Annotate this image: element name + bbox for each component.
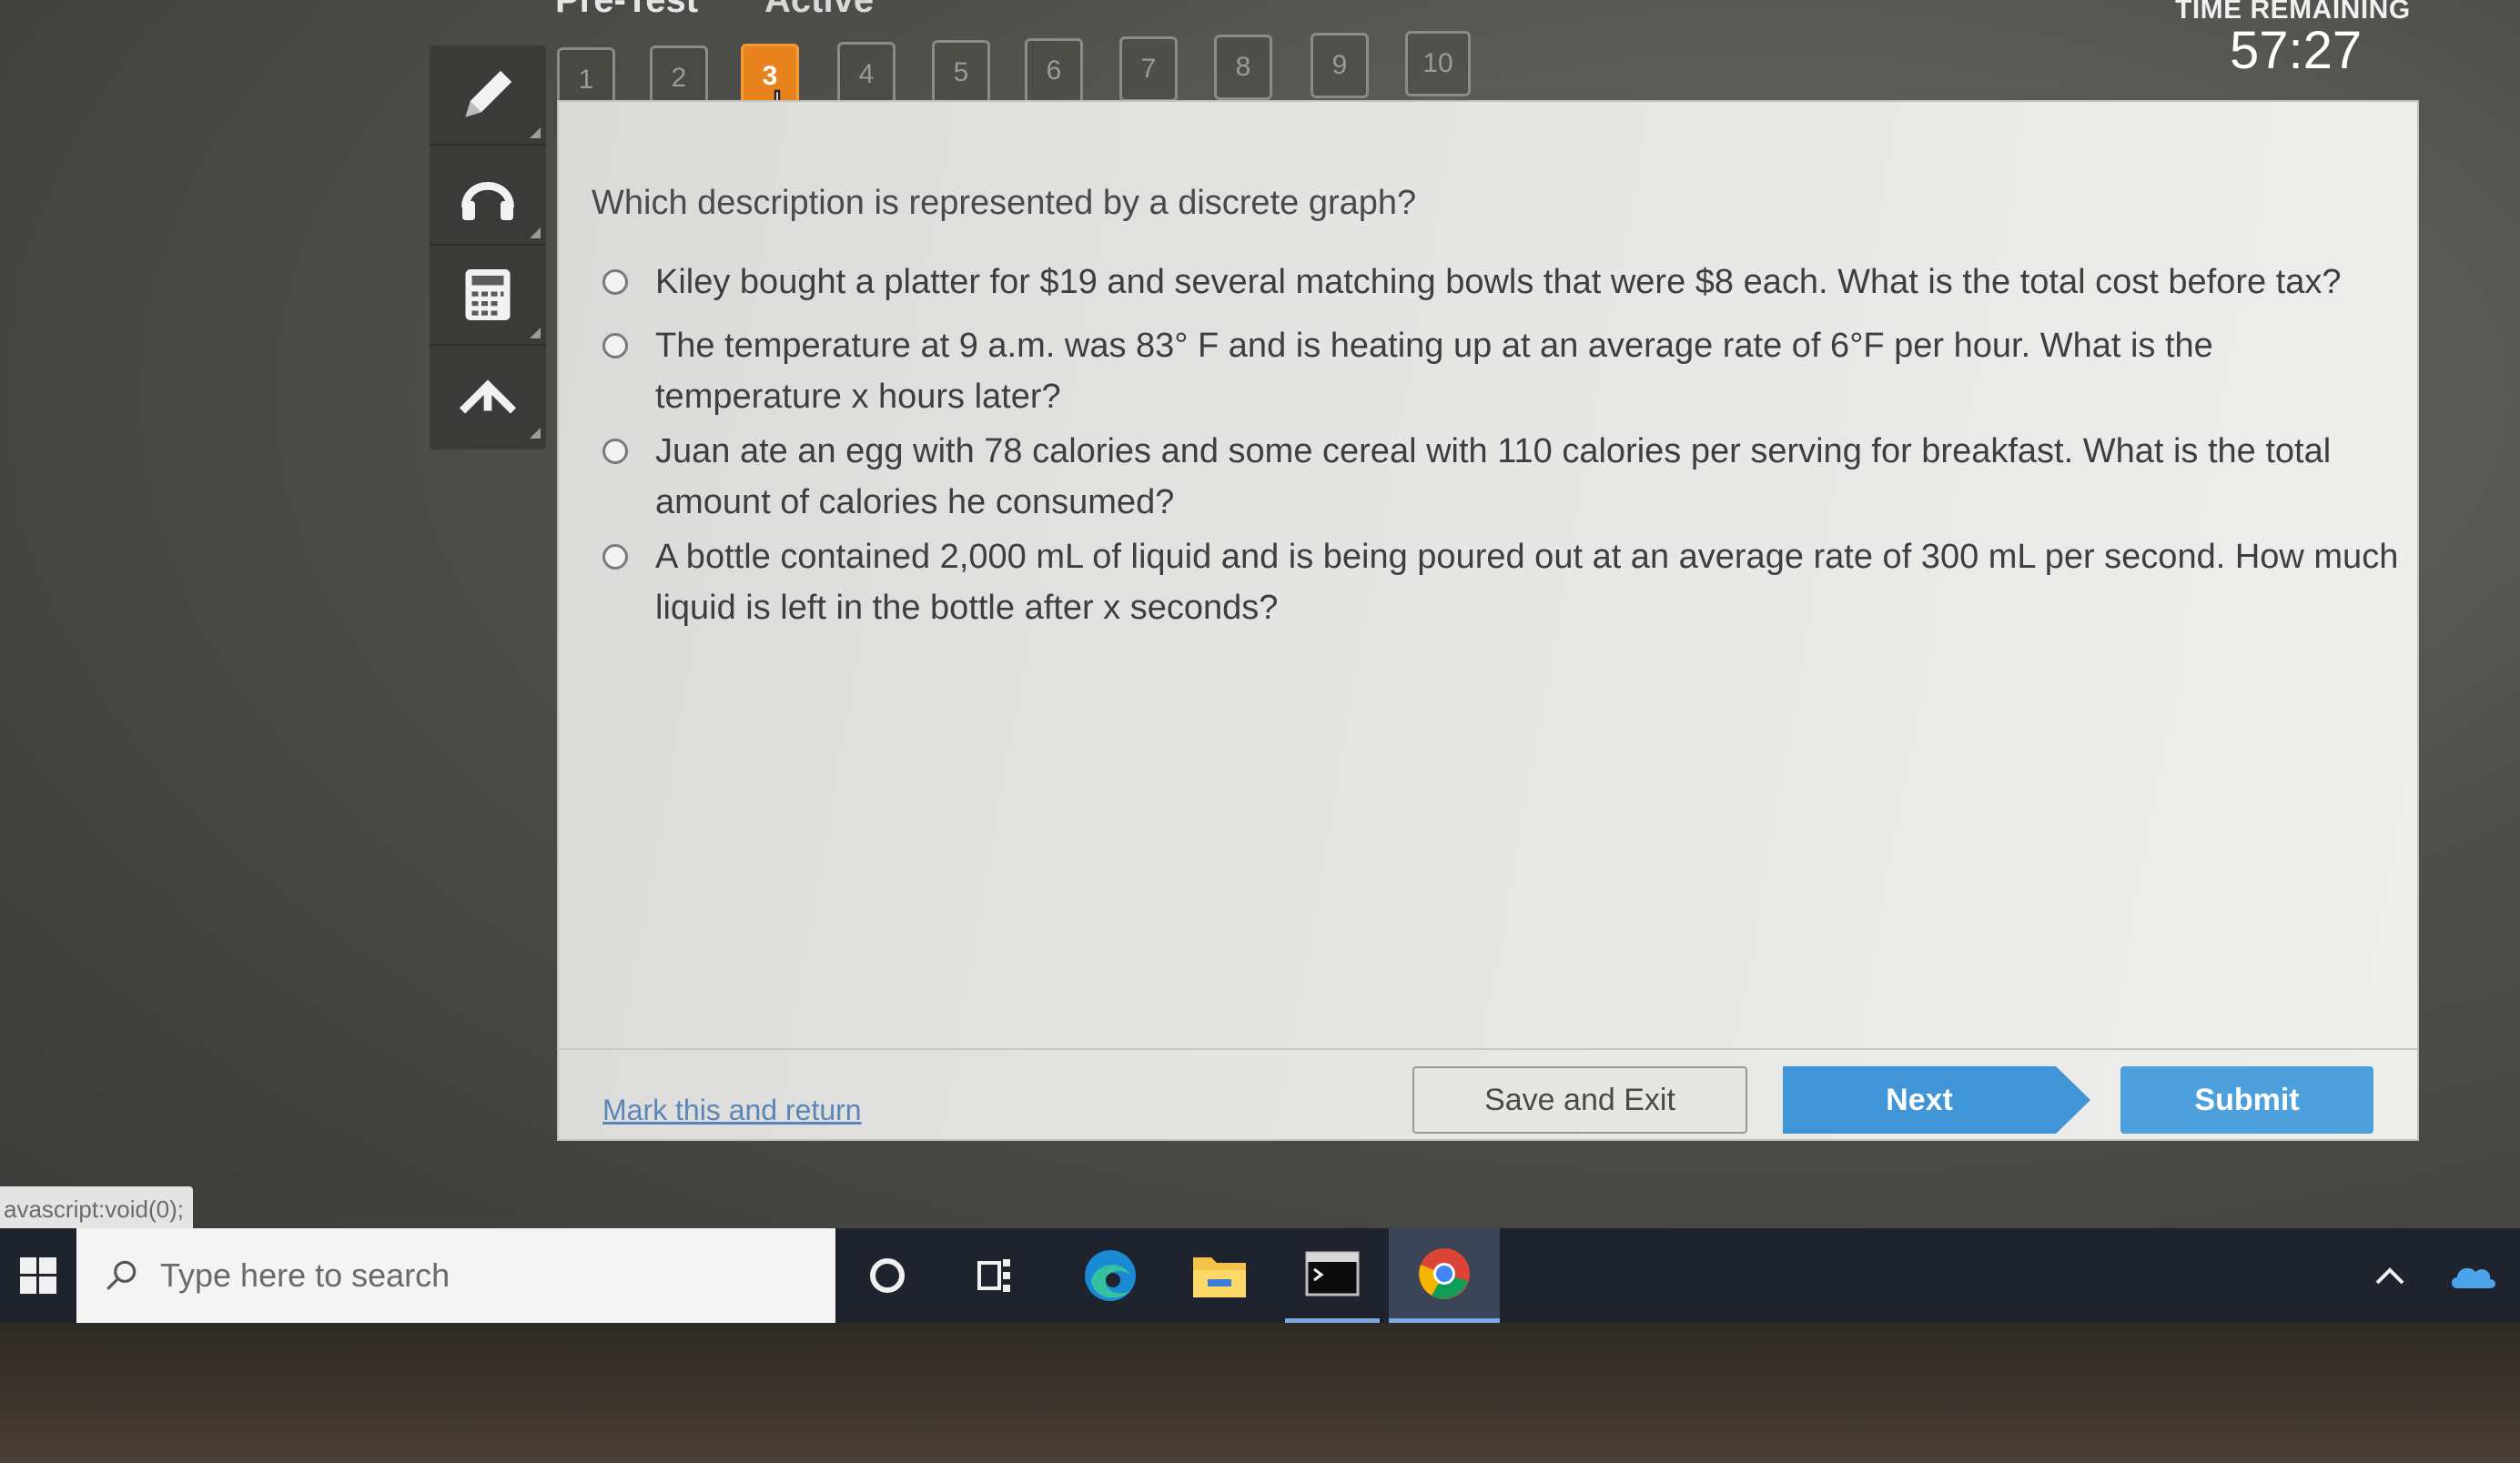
question-button-9[interactable]: 9 xyxy=(1311,33,1369,98)
windows-logo-icon xyxy=(20,1257,56,1294)
search-icon xyxy=(106,1260,137,1290)
question-button-10[interactable]: 10 xyxy=(1405,31,1471,96)
question-button-7[interactable]: 7 xyxy=(1119,36,1178,102)
page-status: Active xyxy=(764,0,875,20)
collapse-icon xyxy=(459,379,517,414)
calculator-tool[interactable] xyxy=(430,246,546,346)
question-panel: Which description is represented by a di… xyxy=(557,100,2419,1141)
mark-and-return-link[interactable]: Mark this and return xyxy=(602,1094,862,1127)
answer-option-text: The temperature at 9 a.m. was 83° F and … xyxy=(655,327,2213,416)
pencil-icon xyxy=(465,70,512,117)
radio-button[interactable] xyxy=(602,544,628,570)
desk-background xyxy=(0,1323,2520,1463)
cortana-button[interactable] xyxy=(842,1228,933,1323)
task-view-icon xyxy=(977,1259,1010,1292)
corner-marker xyxy=(530,227,541,238)
answer-option-text: A bottle contained 2,000 mL of liquid an… xyxy=(655,538,2399,627)
folder-icon xyxy=(1193,1257,1246,1297)
timer-value: 57:27 xyxy=(2230,21,2363,80)
file-explorer-button[interactable] xyxy=(1174,1228,1265,1323)
onedrive-cloud-icon xyxy=(2452,1267,2495,1288)
page-title: Pre-Test xyxy=(555,0,699,20)
save-and-exit-button[interactable]: Save and Exit xyxy=(1412,1066,1747,1134)
corner-marker xyxy=(530,127,541,138)
corner-marker xyxy=(530,428,541,439)
audio-tool[interactable] xyxy=(430,146,546,246)
headphones-icon xyxy=(461,182,514,220)
status-bar-url: avascript:void(0); xyxy=(0,1186,193,1232)
terminal-icon xyxy=(1305,1251,1360,1296)
cortana-icon xyxy=(870,1258,905,1293)
edge-button[interactable] xyxy=(1065,1228,1156,1323)
terminal-button[interactable] xyxy=(1285,1228,1380,1323)
question-button-6[interactable]: 6 xyxy=(1025,38,1083,104)
screen: Pre-Test Active TIME REMAINING 57:27 1 2… xyxy=(0,0,2520,1319)
taskbar: Type here to search xyxy=(0,1228,2520,1323)
calculator-icon xyxy=(465,269,511,320)
pencil-tool[interactable] xyxy=(430,45,546,146)
corner-marker xyxy=(530,328,541,338)
answer-option-text: Kiley bought a platter for $19 and sever… xyxy=(655,263,2342,301)
taskbar-search[interactable]: Type here to search xyxy=(76,1228,835,1323)
chrome-button[interactable] xyxy=(1389,1228,1500,1323)
radio-button[interactable] xyxy=(602,269,628,295)
question-button-5[interactable]: 5 xyxy=(932,40,990,106)
question-button-8[interactable]: 8 xyxy=(1214,35,1272,100)
search-placeholder: Type here to search xyxy=(160,1256,450,1294)
next-button[interactable]: Next xyxy=(1783,1066,2090,1134)
tray-overflow-button[interactable] xyxy=(2370,1228,2410,1323)
chrome-icon xyxy=(1419,1247,1470,1299)
edge-browser-icon xyxy=(1085,1250,1136,1301)
question-button-4[interactable]: 4 xyxy=(837,42,896,107)
answer-option-text: Juan ate an egg with 78 calories and som… xyxy=(655,432,2332,521)
start-button[interactable] xyxy=(0,1228,76,1323)
tool-sidebar xyxy=(430,45,546,449)
question-prompt: Which description is represented by a di… xyxy=(592,184,1417,222)
onedrive-button[interactable] xyxy=(2448,1228,2497,1323)
submit-button[interactable]: Submit xyxy=(2120,1066,2373,1134)
collapse-tool[interactable] xyxy=(430,346,546,444)
chevron-up-icon xyxy=(2375,1267,2404,1285)
radio-button[interactable] xyxy=(602,439,628,464)
radio-button[interactable] xyxy=(602,333,628,358)
task-view-button[interactable] xyxy=(950,1228,1041,1323)
footer-divider xyxy=(559,1048,2417,1050)
